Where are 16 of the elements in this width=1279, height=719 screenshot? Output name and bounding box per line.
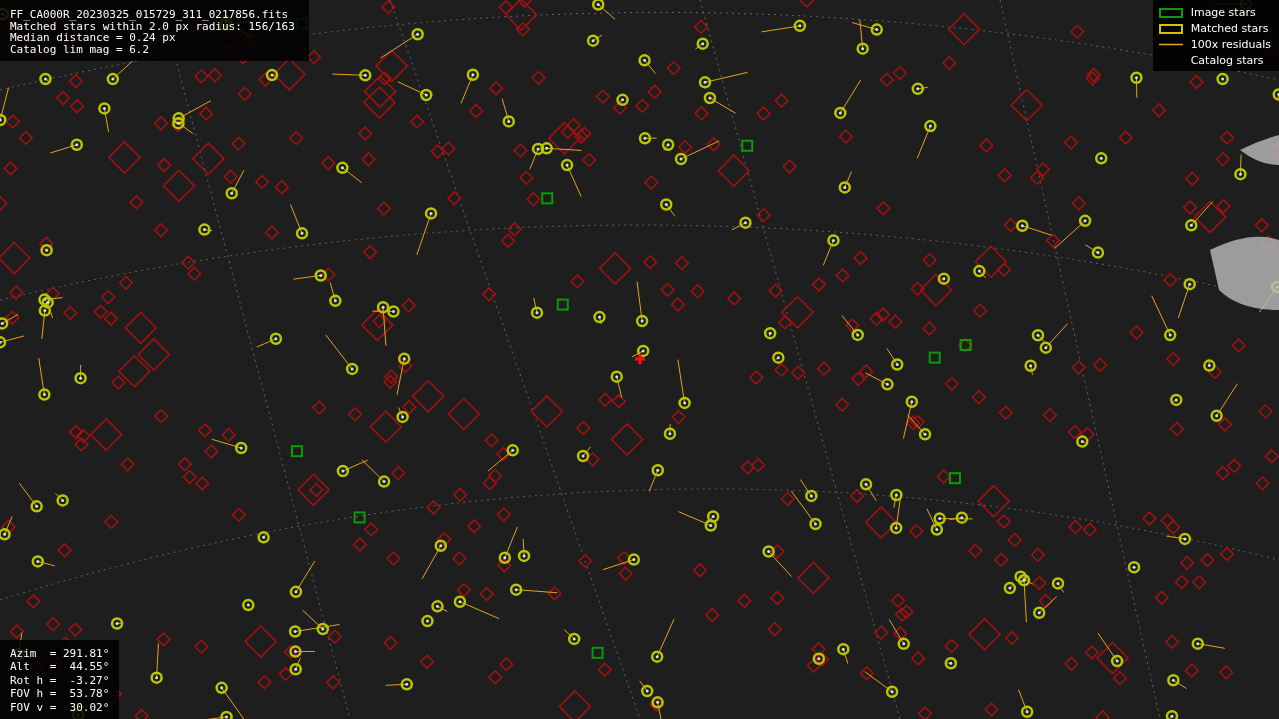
legend-label: Matched stars bbox=[1190, 22, 1269, 35]
pointing-text: Alt = 44.55° bbox=[10, 661, 110, 673]
header-text: Catalog lim mag = 6.2 bbox=[10, 43, 151, 55]
matched-star-swatch-icon bbox=[1158, 23, 1183, 34]
legend-label: 100x residuals bbox=[1190, 38, 1271, 51]
pointing-text: FOV h = 53.78° bbox=[10, 688, 110, 700]
header-text: FF_CA000R_20230325_015729_311_0217856.fits bbox=[10, 9, 290, 21]
legend-label: Catalog stars bbox=[1190, 54, 1264, 67]
header-text: Median distance = 0.24 px bbox=[10, 32, 176, 44]
line-icon bbox=[1158, 43, 1183, 46]
pointing-text: Azim = 291.81° bbox=[10, 647, 110, 659]
legend-label: Image stars bbox=[1190, 6, 1256, 19]
image-star-swatch-icon bbox=[1158, 7, 1183, 18]
header-text: Matched stars within 2.0 px radius: 156/163 bbox=[10, 20, 295, 32]
pointing-text: Rot h = -3.27° bbox=[10, 674, 110, 686]
pointing-text: FOV v = 30.02° bbox=[10, 701, 110, 713]
